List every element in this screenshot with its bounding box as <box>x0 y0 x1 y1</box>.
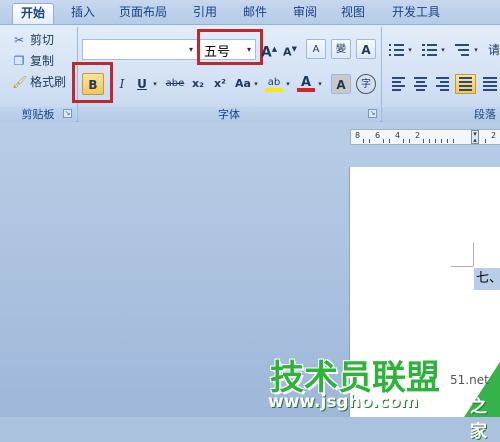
numbering-button[interactable] <box>421 41 439 59</box>
font-group-label: 字体 <box>78 107 380 123</box>
tab-review[interactable]: 审阅 <box>288 3 322 24</box>
distributed-align-button[interactable] <box>480 75 498 93</box>
chevron-down-icon[interactable]: ▾ <box>284 74 292 94</box>
phonetic-guide-icon: 變 <box>336 44 346 55</box>
chevron-down-icon[interactable]: ▾ <box>439 40 447 60</box>
paragraph-fragment[interactable]: 请 <box>484 40 500 60</box>
subscript-label: x₂ <box>192 77 204 90</box>
paragraph-fragment-label: 请 <box>487 43 500 57</box>
highlighter-icon: ab <box>267 77 281 88</box>
font-color-button[interactable]: A <box>296 73 316 93</box>
font-name-combo[interactable]: ▾ <box>82 39 198 60</box>
paragraph-group-label: 段落 <box>382 107 500 123</box>
align-right-button[interactable] <box>433 75 451 93</box>
indent-marker-icon[interactable]: ▾ ▴ <box>471 130 479 144</box>
annotation-box-bold <box>72 62 113 103</box>
margin-crop-mark <box>473 243 474 266</box>
ribbon-tab-bar: 开始 插入 页面布局 引用 邮件 审阅 视图 开发工具 <box>0 0 500 24</box>
tab-references[interactable]: 引用 <box>188 3 222 24</box>
horizontal-ruler[interactable]: 8 6 4 2 ▾ ▴ 2 <box>350 129 500 145</box>
align-center-button[interactable] <box>411 75 429 93</box>
chevron-down-icon[interactable]: ▾ <box>185 40 197 59</box>
strikethrough-button[interactable]: abe <box>162 74 188 94</box>
multilevel-list-button[interactable] <box>454 41 472 59</box>
ruler-number: 6 <box>375 131 381 140</box>
cut-button[interactable]: ✂ 剪切 <box>12 31 54 49</box>
copy-button[interactable]: ❐ 复制 <box>12 52 54 70</box>
superscript-button[interactable]: x² <box>210 74 230 94</box>
character-shading-label: A <box>336 78 346 92</box>
strikethrough-label: abe <box>165 78 185 89</box>
ruler-number: 8 <box>355 131 361 140</box>
ribbon: ✂ 剪切 ❐ 复制 🖌 格式刷 剪贴板 ↘ ▾ 五号 ▾ A▲ A▼ A 變 A B … <box>0 24 500 123</box>
clear-formatting-button[interactable]: A <box>306 39 326 59</box>
watermark-url: www.jsgho.com <box>268 392 419 412</box>
chevron-down-icon[interactable]: ▾ <box>472 40 480 60</box>
copy-label: 复制 <box>30 54 55 68</box>
tab-developer[interactable]: 开发工具 <box>384 3 448 24</box>
character-shading-button[interactable]: A <box>331 74 351 94</box>
format-painter-button[interactable]: 🖌 格式刷 <box>12 73 66 91</box>
change-case-label: Aa <box>235 77 251 90</box>
font-launcher-icon[interactable]: ↘ <box>368 109 377 118</box>
watermark-tail: 之家 <box>470 397 487 442</box>
underline-label: U <box>137 77 147 91</box>
chevron-down-icon[interactable]: ▾ <box>252 74 260 94</box>
align-left-button[interactable] <box>389 75 407 93</box>
copy-icon: ❐ <box>13 54 25 68</box>
subscript-button[interactable]: x₂ <box>188 74 208 94</box>
paintbrush-icon: 🖌 <box>12 75 28 89</box>
font-color-swatch <box>297 88 315 92</box>
character-border-button[interactable]: A <box>356 39 376 59</box>
ruler-number: 2 <box>415 131 421 140</box>
italic-button[interactable]: I <box>112 74 132 94</box>
format-painter-label: 格式刷 <box>30 75 67 89</box>
margin-crop-mark <box>451 266 473 267</box>
cut-label: 剪切 <box>30 33 55 47</box>
justify-button[interactable] <box>455 74 476 94</box>
selected-text[interactable]: 七、 <box>474 268 500 290</box>
tab-view[interactable]: 视图 <box>336 3 370 24</box>
character-border-label: A <box>361 43 371 57</box>
shrink-font-label: A <box>283 45 292 59</box>
tab-home[interactable]: 开始 <box>12 3 54 24</box>
ruler-number: 4 <box>395 131 401 140</box>
chevron-down-icon[interactable]: ▾ <box>316 74 324 94</box>
highlight-button[interactable]: ab <box>264 73 284 93</box>
tab-page-layout[interactable]: 页面布局 <box>112 3 174 24</box>
highlight-color-swatch <box>265 88 283 92</box>
underline-button[interactable]: U <box>132 74 152 94</box>
ruler-number: 2 <box>491 131 497 140</box>
enclose-characters-label: 字 <box>361 79 371 90</box>
eraser-icon: A <box>312 44 320 55</box>
enclose-characters-button[interactable]: 字 <box>356 74 376 94</box>
shrink-font-button[interactable]: A▼ <box>280 39 300 59</box>
change-case-button[interactable]: Aa <box>233 74 253 94</box>
italic-label: I <box>119 77 125 91</box>
grow-font-button[interactable]: A▲ <box>259 39 279 61</box>
bullets-button[interactable] <box>388 41 406 59</box>
chevron-down-icon[interactable]: ▾ <box>406 40 414 60</box>
annotation-box-font-size <box>197 29 263 65</box>
phonetic-guide-button[interactable]: 變 <box>331 39 351 59</box>
clipboard-launcher-icon[interactable]: ↘ <box>63 109 72 118</box>
tab-mailings[interactable]: 邮件 <box>238 3 272 24</box>
scissors-icon: ✂ <box>13 33 25 47</box>
watermark-fragment: 51.net <box>450 373 489 387</box>
grow-font-label: A <box>260 44 272 61</box>
tab-insert[interactable]: 插入 <box>66 3 100 24</box>
superscript-label: x² <box>214 77 226 90</box>
chevron-down-icon[interactable]: ▾ <box>151 74 159 94</box>
